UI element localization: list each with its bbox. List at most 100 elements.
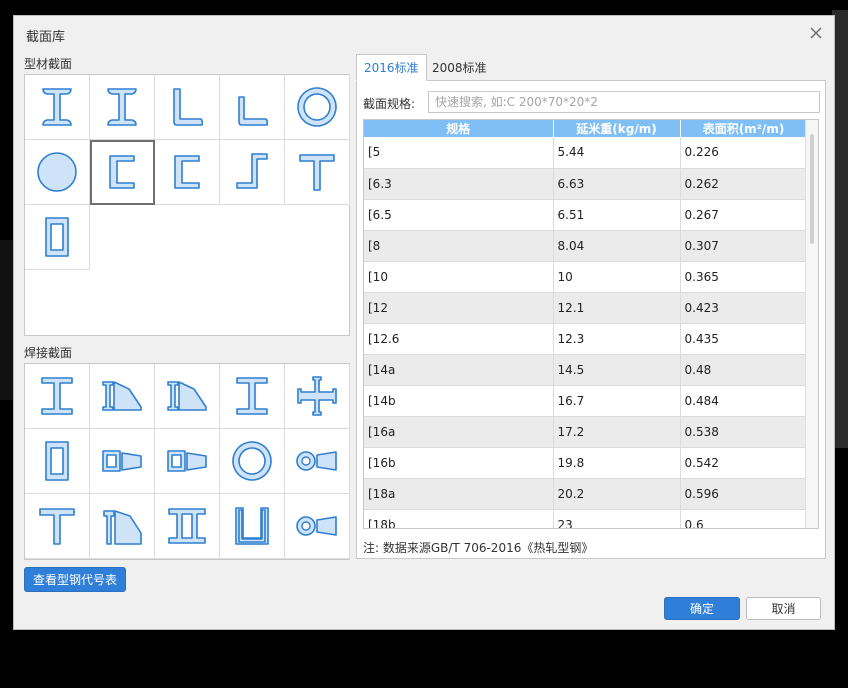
tapered-box-icon [102,450,142,472]
cell-weight: 23 [553,509,681,528]
table-row[interactable]: [14b 16.7 0.484 [364,385,808,417]
cell-spec: [14b [364,385,554,417]
tab-2016-standard[interactable]: 2016标准 [356,54,427,81]
table-row[interactable]: [5 5.44 0.226 [364,137,808,169]
column-header-weight[interactable]: 延米重(kg/m) [553,120,681,137]
section-cell[interactable] [285,494,350,559]
table-row[interactable]: [6.3 6.63 0.262 [364,168,808,200]
cell-surface-area: 0.226 [680,137,808,169]
table-row[interactable]: [12.6 12.3 0.435 [364,323,808,355]
welded-section-label: 焊接截面 [24,346,73,360]
tapered-box-icon [167,450,207,472]
section-cell[interactable] [25,494,90,559]
table-header-row: 规格 延米重(kg/m) 表面积(m²/m) [364,120,808,137]
table-row[interactable]: [8 8.04 0.307 [364,230,808,262]
table-row[interactable]: [10 10 0.365 [364,261,808,293]
section-cell[interactable] [285,364,350,429]
double-i-beam-icon [168,508,206,544]
cell-weight: 6.51 [553,199,681,231]
section-cell[interactable] [90,364,155,429]
section-cell[interactable] [90,75,155,140]
cell-weight: 5.44 [553,137,681,169]
tab-2008-standard[interactable]: 2008标准 [424,54,495,81]
section-cell[interactable] [155,494,220,559]
table-row[interactable]: [16b 19.8 0.542 [364,447,808,479]
section-cell[interactable] [155,364,220,429]
cell-spec: [6.5 [364,199,554,231]
cell-spec: [5 [364,137,554,169]
equal-angle-icon [173,88,204,126]
column-header-surface-area[interactable]: 表面积(m²/m) [680,120,808,137]
section-cell[interactable] [90,429,155,494]
section-cell[interactable] [25,75,90,140]
welded-tee-icon [39,508,75,545]
background-window-edge [0,240,14,400]
section-cell[interactable] [90,494,155,559]
cell-weight: 6.63 [553,168,681,200]
welded-section-grid [24,363,350,560]
section-cell[interactable] [25,429,90,494]
dialog-title: 截面库 [26,30,66,45]
cell-spec: [18b [364,509,554,528]
section-cell[interactable] [220,75,285,140]
section-cell[interactable] [285,75,350,140]
tapered-tube-icon [296,516,337,536]
ok-button[interactable]: 确定 [664,597,740,620]
tapered-tube-icon [296,451,337,471]
section-cell[interactable] [90,140,155,205]
unequal-angle-icon [238,96,269,126]
table-row[interactable]: [14a 14.5 0.48 [364,354,808,386]
section-cell[interactable] [285,429,350,494]
cell-weight: 16.7 [553,385,681,417]
cross-section-icon [297,376,337,416]
cell-weight: 8.04 [553,230,681,262]
scrollbar-thumb[interactable] [810,134,814,244]
cell-spec: [14a [364,354,554,386]
section-library-dialog: 截面库 型材截面 焊接截面 查看型钢代号表 2016标准 2008标准 截面规格… [13,15,835,630]
search-label: 截面规格: [363,97,416,111]
i-beam-icon [107,88,137,126]
section-cell[interactable] [220,364,285,429]
search-input[interactable] [428,91,820,113]
profile-section-label: 型材截面 [24,57,73,71]
column-header-spec[interactable]: 规格 [364,120,554,137]
tapered-tee-icon [103,510,142,545]
section-cell[interactable] [25,364,90,429]
section-cell[interactable] [285,140,350,205]
section-cell[interactable] [220,140,285,205]
cell-surface-area: 0.267 [680,199,808,231]
section-cell[interactable] [25,205,90,270]
circular-tube-icon [297,87,337,127]
rect-tube-icon [45,217,69,257]
u-section-icon [235,507,269,545]
cell-surface-area: 0.423 [680,292,808,324]
section-cell[interactable] [155,140,220,205]
table-row[interactable]: [6.5 6.51 0.267 [364,199,808,231]
cell-weight: 10 [553,261,681,293]
table-row[interactable]: [18b 23 0.6 [364,509,808,528]
section-cell[interactable] [155,75,220,140]
section-cell[interactable] [220,494,285,559]
close-icon[interactable] [808,25,824,41]
section-cell[interactable] [220,429,285,494]
cell-weight: 12.1 [553,292,681,324]
section-cell[interactable] [25,140,90,205]
table-row[interactable]: [18a 20.2 0.596 [364,478,808,510]
cell-spec: [16a [364,416,554,448]
table-scrollbar[interactable] [805,120,818,528]
table-row[interactable]: [12 12.1 0.423 [364,292,808,324]
welded-box-icon [45,441,69,481]
cell-surface-area: 0.307 [680,230,808,262]
cell-spec: [10 [364,261,554,293]
tapered-i-beam-icon [102,381,142,411]
cell-weight: 14.5 [553,354,681,386]
cancel-button[interactable]: 取消 [746,597,821,620]
cell-surface-area: 0.435 [680,323,808,355]
section-cell[interactable] [155,429,220,494]
cell-weight: 12.3 [553,323,681,355]
channel-icon [109,155,135,189]
cell-weight: 20.2 [553,478,681,510]
cell-spec: [6.3 [364,168,554,200]
table-row[interactable]: [16a 17.2 0.538 [364,416,808,448]
view-steel-code-table-button[interactable]: 查看型钢代号表 [24,567,126,592]
